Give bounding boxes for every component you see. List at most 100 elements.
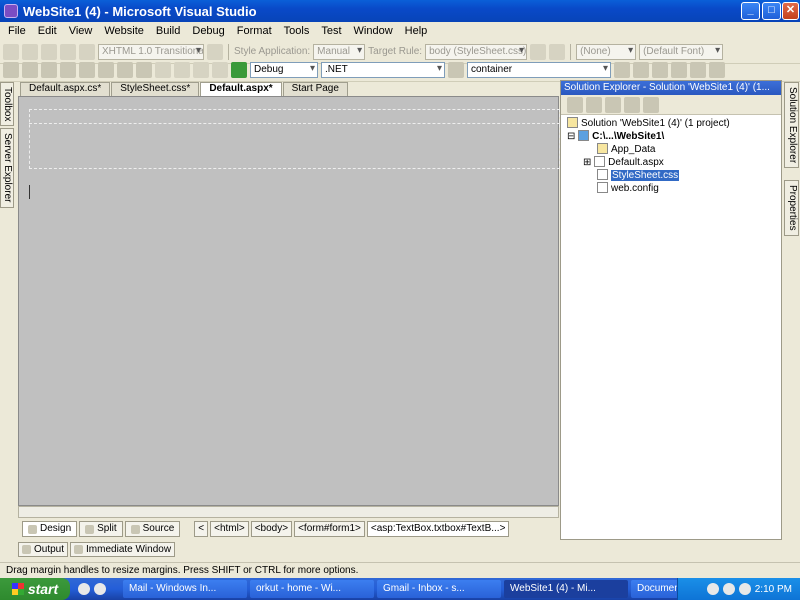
save-icon[interactable] — [60, 61, 76, 78]
object-browser-icon[interactable] — [652, 61, 668, 78]
menu-website[interactable]: Website — [98, 25, 150, 37]
find-combo[interactable]: container — [467, 61, 611, 78]
solution-explorer-toolbar — [561, 95, 781, 115]
save-all-icon[interactable] — [79, 61, 95, 78]
immediate-window-tab-label: Immediate Window — [86, 544, 172, 555]
view-designer-icon[interactable] — [624, 96, 640, 113]
task-visual-studio[interactable]: WebSite1 (4) - Mi... — [504, 580, 628, 598]
ie-icon[interactable] — [78, 583, 90, 595]
visual-studio-icon — [4, 4, 18, 18]
design-icon — [28, 524, 37, 534]
close-button[interactable]: ✕ — [782, 2, 799, 20]
source-label: Source — [142, 523, 175, 534]
navigate-forward-icon[interactable] — [212, 61, 228, 78]
platform-select[interactable]: .NET — [321, 61, 445, 78]
open-file-icon[interactable] — [41, 61, 57, 78]
maximize-button[interactable]: □ — [762, 2, 781, 20]
solution-explorer-tab[interactable]: Solution Explorer — [784, 82, 799, 169]
server-explorer-tab[interactable]: Server Explorer — [0, 128, 14, 208]
tab-stylesheet-css[interactable]: StyleSheet.css* — [111, 82, 200, 96]
document-tabs: Default.aspx.cs* StyleSheet.css* Default… — [20, 82, 560, 96]
breadcrumb-textbox[interactable]: <asp:TextBox.txtbox#TextB...> — [366, 521, 510, 537]
status-bar: Drag margin handles to resize margins. P… — [0, 562, 800, 578]
aspx-file-icon — [594, 156, 606, 167]
copy-icon[interactable] — [117, 61, 133, 78]
target-rule-label: Target Rule: — [368, 46, 423, 57]
start-label: start — [27, 581, 59, 597]
task-mail[interactable]: Mail - Windows In... — [123, 580, 247, 598]
properties-icon[interactable] — [567, 96, 583, 113]
media-icon[interactable] — [94, 583, 106, 595]
refresh-icon[interactable] — [586, 96, 602, 113]
find-in-files-icon[interactable] — [448, 61, 464, 78]
properties-tab[interactable]: Properties — [784, 180, 799, 236]
system-tray: 2:10 PM — [677, 578, 800, 600]
clock: 2:10 PM — [754, 583, 792, 595]
menu-debug[interactable]: Debug — [186, 25, 230, 37]
task-orkut[interactable]: orkut - home - Wi... — [250, 580, 374, 598]
breadcrumb-html[interactable]: <html> — [210, 521, 249, 537]
menu-window[interactable]: Window — [348, 25, 399, 37]
tree-item-default-aspx[interactable]: ⊞ Default.aspx — [583, 156, 664, 169]
task-gmail[interactable]: Gmail - Inbox - s... — [377, 580, 501, 598]
nest-related-files-icon[interactable] — [605, 96, 621, 113]
tree-project-label: C:\...\WebSite1\ — [592, 131, 665, 142]
tree-item-stylesheet-css[interactable]: StyleSheet.css — [597, 169, 680, 182]
solution-explorer-icon[interactable] — [614, 61, 630, 78]
tree-project[interactable]: ⊟ C:\...\WebSite1\ — [567, 130, 664, 143]
design-view-button[interactable]: Design — [22, 521, 78, 537]
paste-icon[interactable] — [136, 61, 152, 78]
quick-launch — [70, 583, 120, 595]
tray-icon[interactable] — [706, 583, 719, 595]
tree-item-web-config[interactable]: web.config — [597, 182, 659, 195]
navigate-backward-icon[interactable] — [193, 61, 209, 78]
solution-configuration-select[interactable]: Debug — [250, 61, 318, 78]
new-project-icon[interactable] — [3, 61, 19, 78]
start-debugging-icon[interactable] — [231, 61, 247, 78]
breadcrumb-body[interactable]: <body> — [250, 521, 293, 537]
menu-tools[interactable]: Tools — [278, 25, 316, 37]
form-container[interactable] — [29, 109, 560, 169]
menu-help[interactable]: Help — [399, 25, 434, 37]
output-tab[interactable]: Output — [18, 542, 69, 557]
toolbox-tab[interactable]: Toolbox — [0, 82, 14, 127]
start-button[interactable]: start — [0, 578, 70, 600]
start-page-icon[interactable] — [690, 61, 706, 78]
tree-item-label: App_Data — [611, 144, 656, 155]
tray-icon[interactable] — [722, 583, 735, 595]
tree-item-app-data[interactable]: App_Data — [597, 143, 655, 156]
properties-window-icon[interactable] — [633, 61, 649, 78]
solution-explorer-panel: Solution Explorer - Solution 'WebSite1 (… — [560, 80, 782, 540]
tree-root[interactable]: Solution 'WebSite1 (4)' (1 project) — [567, 117, 730, 130]
design-label: Design — [40, 523, 72, 534]
breadcrumb-form[interactable]: <form#form1> — [294, 521, 365, 537]
cut-icon[interactable] — [98, 61, 114, 78]
more-windows-icon[interactable] — [709, 61, 725, 78]
tray-icon[interactable] — [738, 583, 751, 595]
toolbox-icon[interactable] — [671, 61, 687, 78]
add-item-icon[interactable] — [22, 61, 38, 78]
text-caret — [29, 185, 30, 199]
undo-icon[interactable] — [155, 61, 171, 78]
tree-item-label: Default.aspx — [608, 157, 664, 168]
menu-edit[interactable]: Edit — [32, 25, 63, 37]
horizontal-scrollbar[interactable] — [18, 506, 559, 518]
right-tool-tabs: Solution Explorer Properties — [784, 82, 800, 238]
menu-view[interactable]: View — [63, 25, 99, 37]
minimize-button[interactable]: _ — [741, 2, 760, 20]
redo-icon[interactable] — [174, 61, 190, 78]
menu-test[interactable]: Test — [315, 25, 347, 37]
split-icon — [85, 524, 95, 534]
tab-start-page[interactable]: Start Page — [282, 82, 348, 96]
source-view-button[interactable]: Source — [124, 521, 181, 537]
tag-navigator-left[interactable]: < — [194, 521, 209, 537]
menu-file[interactable]: File — [2, 25, 32, 37]
menu-format[interactable]: Format — [231, 25, 278, 37]
tab-default-aspx[interactable]: Default.aspx* — [200, 82, 282, 96]
split-view-button[interactable]: Split — [79, 521, 123, 537]
menu-build[interactable]: Build — [150, 25, 186, 37]
copy-website-icon[interactable] — [643, 96, 659, 113]
design-surface[interactable] — [18, 96, 560, 506]
immediate-window-tab[interactable]: Immediate Window — [70, 542, 176, 557]
tab-default-aspx-cs[interactable]: Default.aspx.cs* — [20, 82, 111, 96]
